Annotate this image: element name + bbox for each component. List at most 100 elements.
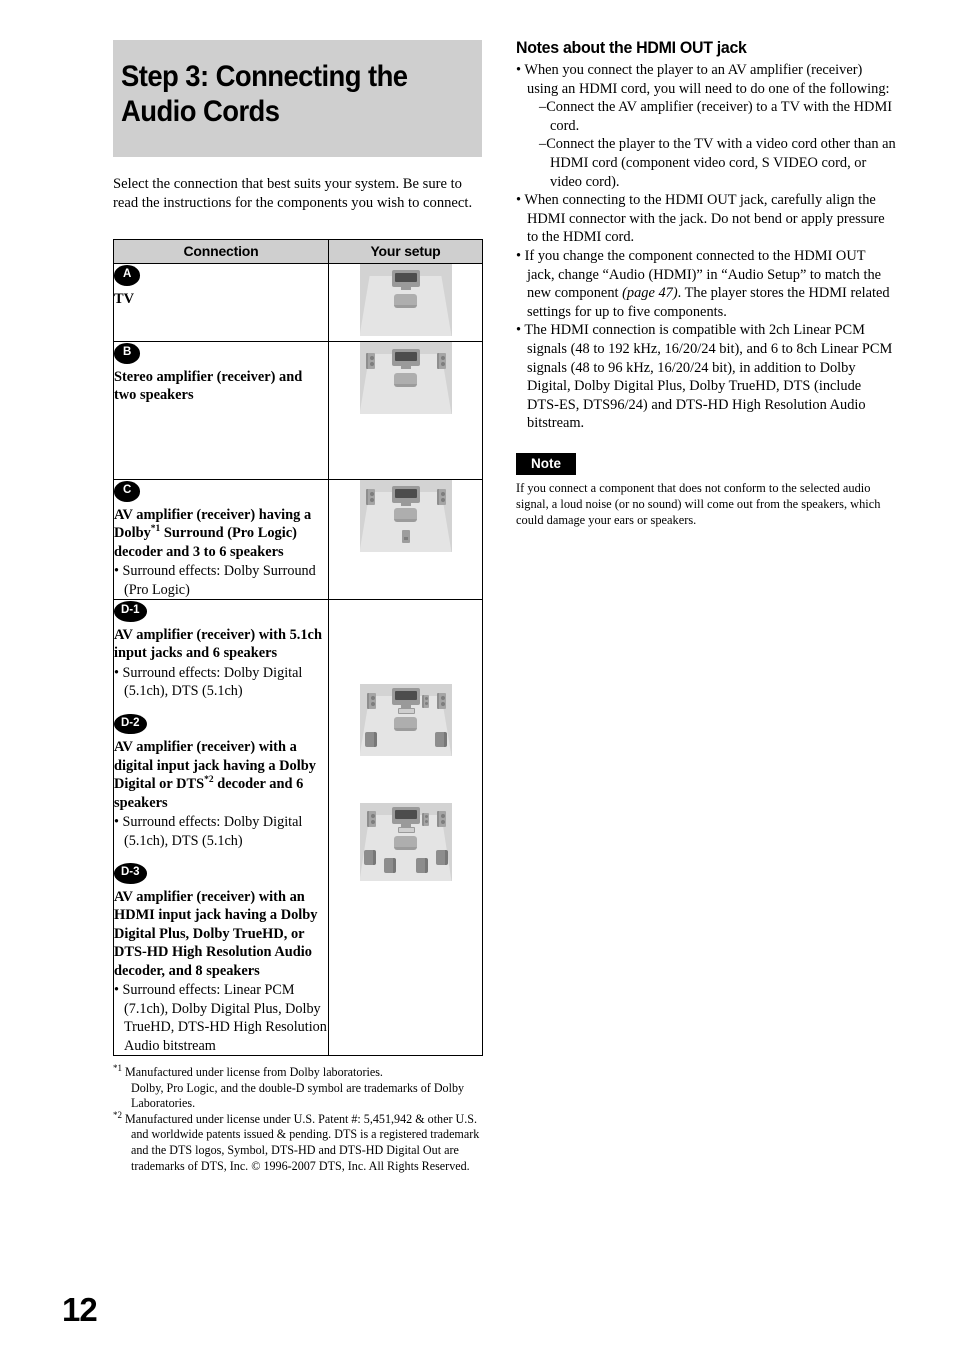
footnote-ref: *2 [204, 775, 214, 786]
table-row: C AV amplifier (receiver) having a Dolby… [113, 479, 483, 600]
player-icon [393, 294, 417, 308]
surround-right-speaker-icon [435, 850, 448, 865]
setup-cell-c [328, 479, 483, 600]
table-row: D-1 AV amplifier (receiver) with 5.1ch i… [113, 599, 483, 1056]
badge-d2: D-2 [114, 713, 147, 734]
list-item: Connect the player to the TV with a vide… [539, 135, 896, 191]
connection-cell-a: A TV [113, 263, 329, 342]
section-heading: Notes about the HDMI OUT jack [516, 38, 747, 57]
surround-effects-list-d1: Surround effects: Dolby Digital (5.1ch),… [114, 664, 328, 701]
table-header-row: Connection Your setup [113, 239, 483, 264]
front-left-speaker-icon [365, 353, 375, 369]
setup-cell-d [328, 599, 483, 1056]
center-speaker-icon [397, 827, 415, 833]
front-left-speaker-icon [366, 811, 376, 827]
footnote-2: *2 Manufactured under license under U.S.… [113, 1109, 485, 1174]
surround-effects-list-c: Surround effects: Dolby Surround (Pro Lo… [114, 562, 328, 599]
connection-block-d1: D-1 AV amplifier (receiver) with 5.1ch i… [114, 600, 328, 701]
surround-back-left-speaker-icon [383, 858, 396, 873]
rear-speaker-icon [401, 530, 410, 543]
connection-cell-c: C AV amplifier (receiver) having a Dolby… [113, 479, 329, 600]
center-speaker-icon [397, 708, 415, 714]
connection-title-b: Stereo amplifier (receiver) and two spea… [114, 368, 303, 404]
front-left-speaker-icon [365, 489, 375, 505]
column-header-connection: Connection [113, 239, 329, 264]
footnote-line: Dolby, Pro Logic, and the double-D symbo… [131, 1080, 465, 1111]
list-item: Surround effects: Linear PCM (7.1ch), Do… [114, 981, 328, 1055]
column-header-your-setup: Your setup [328, 239, 483, 264]
connection-cell-d: D-1 AV amplifier (receiver) with 5.1ch i… [113, 599, 329, 1056]
connection-title-a: TV [114, 290, 134, 307]
footnote-line: Manufactured under license from Dolby la… [125, 1065, 383, 1079]
list-item: The HDMI connection is compatible with 2… [516, 321, 896, 433]
connection-block-d2: D-2 AV amplifier (receiver) with a digit… [114, 713, 328, 851]
surround-left-speaker-icon [363, 850, 376, 865]
connection-title-d2: AV amplifier (receiver) with a digital i… [114, 738, 328, 812]
footnote-1: *1 Manufactured under license from Dolby… [113, 1062, 485, 1112]
front-right-speaker-icon [436, 693, 446, 709]
list-item: When you connect the player to an AV amp… [516, 61, 896, 191]
footnote-mark: *2 [113, 1109, 122, 1120]
badge-c: C [114, 481, 141, 502]
badge-d1: D-1 [114, 601, 147, 622]
tv-icon [391, 688, 420, 708]
footnote-ref: *1 [150, 524, 161, 535]
list-item: When connecting to the HDMI OUT jack, ca… [516, 191, 896, 247]
list-item: Surround effects: Dolby Digital (5.1ch),… [114, 664, 328, 701]
tv-icon [391, 486, 420, 506]
connection-title-c: AV amplifier (receiver) having a Dolby*1… [114, 506, 328, 562]
rear-right-speaker-icon [434, 732, 447, 747]
intro-paragraph: Select the connection that best suits yo… [113, 176, 473, 211]
badge-b: B [114, 343, 141, 364]
footnote-mark: *1 [113, 1062, 122, 1073]
room-diagram-d1-d2 [359, 684, 452, 756]
step-banner: Step 3: Connecting the Audio Cords [113, 40, 482, 157]
connection-title-d3: AV amplifier (receiver) with an HDMI inp… [114, 888, 318, 979]
badge-a: A [114, 265, 141, 286]
tv-icon [391, 270, 420, 290]
hdmi-notes-list: When you connect the player to an AV amp… [516, 61, 896, 433]
room-diagram-c [359, 480, 452, 552]
left-column: Step 3: Connecting the Audio Cords Selec… [113, 40, 485, 1174]
surround-effects-list-d3: Surround effects: Linear PCM (7.1ch), Do… [114, 981, 328, 1055]
connection-block-d3: D-3 AV amplifier (receiver) with an HDMI… [114, 862, 328, 1055]
document-page: Step 3: Connecting the Audio Cords Selec… [0, 0, 954, 1351]
footnotes: *1 Manufactured under license from Dolby… [113, 1062, 485, 1174]
front-right-speaker-icon [436, 489, 446, 505]
front-right-speaker-icon [436, 353, 446, 369]
list-item: Surround effects: Dolby Digital (5.1ch),… [114, 813, 328, 850]
table-row: B Stereo amplifier (receiver) and two sp… [113, 341, 483, 480]
list-item: Surround effects: Dolby Surround (Pro Lo… [114, 562, 328, 599]
player-icon [393, 508, 417, 522]
side-speaker-icon [421, 813, 429, 826]
player-icon [393, 717, 417, 731]
room-diagram-d3 [359, 803, 452, 881]
front-right-speaker-icon [436, 811, 446, 827]
connection-title-d1: AV amplifier (receiver) with 5.1ch input… [114, 626, 322, 662]
page-number: 12 [62, 1291, 98, 1328]
room-diagram-a [359, 264, 452, 336]
tv-icon [391, 807, 420, 827]
player-icon [393, 836, 417, 850]
side-speaker-icon [421, 695, 429, 708]
page-title: Step 3: Connecting the Audio Cords [121, 60, 408, 128]
badge-d3: D-3 [114, 863, 147, 884]
surround-back-right-speaker-icon [415, 858, 428, 873]
footnote-line: Manufactured under license under U.S. Pa… [125, 1111, 480, 1173]
table-row: A TV [113, 263, 483, 342]
front-left-speaker-icon [366, 693, 376, 709]
list-item-text: When you connect the player to an AV amp… [524, 62, 890, 97]
connection-table: Connection Your setup A TV B Stereo ampl… [113, 239, 483, 1056]
list-item: If you change the component connected to… [516, 247, 896, 321]
connection-cell-b: B Stereo amplifier (receiver) and two sp… [113, 341, 329, 480]
hdmi-notes-sublist: Connect the AV amplifier (receiver) to a… [527, 98, 896, 191]
setup-cell-b [328, 341, 483, 480]
player-icon [393, 373, 417, 387]
page-reference: (page 47) [622, 285, 678, 302]
surround-effects-list-d2: Surround effects: Dolby Digital (5.1ch),… [114, 813, 328, 850]
tv-icon [391, 349, 420, 369]
rear-left-speaker-icon [364, 732, 377, 747]
room-diagram-b [359, 342, 452, 414]
note-body: If you connect a component that does not… [516, 480, 881, 528]
list-item: Connect the AV amplifier (receiver) to a… [539, 98, 896, 135]
